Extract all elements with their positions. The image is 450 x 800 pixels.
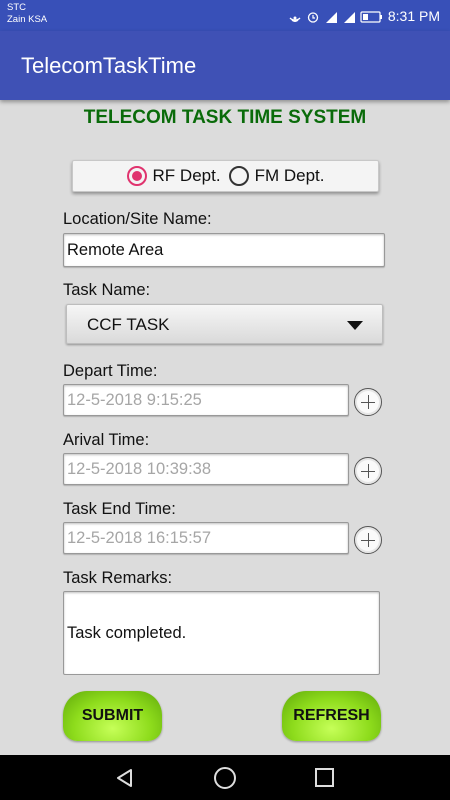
submit-button[interactable]: SUBMIT bbox=[63, 691, 162, 741]
department-radio-group: RF Dept. FM Dept. bbox=[72, 160, 379, 192]
task-name-dropdown[interactable]: CCF TASK bbox=[66, 304, 383, 344]
radio-unchecked-icon[interactable] bbox=[228, 166, 249, 186]
task-remarks-label: Task Remarks: bbox=[63, 569, 173, 587]
task-name-selected: CCF TASK bbox=[87, 315, 170, 334]
signal-4g-icon bbox=[324, 10, 338, 23]
home-icon[interactable] bbox=[214, 767, 236, 789]
carrier-info: STC Zain KSA bbox=[7, 2, 47, 26]
back-icon[interactable] bbox=[116, 769, 134, 787]
location-input[interactable]: Remote Area bbox=[63, 233, 385, 267]
arrival-time-value: 12-5-2018 10:39:38 bbox=[67, 459, 212, 478]
signal-2g-icon bbox=[342, 10, 356, 23]
app-title: TelecomTaskTime bbox=[21, 53, 197, 78]
task-name-label: Task Name: bbox=[63, 281, 151, 299]
status-bar: STC Zain KSA 8:31 PM bbox=[0, 0, 450, 31]
depart-time-label: Depart Time: bbox=[63, 362, 158, 380]
carrier-1: STC bbox=[7, 2, 26, 13]
system-nav-bar bbox=[0, 755, 450, 800]
arrival-time-field[interactable]: 12-5-2018 10:39:38 bbox=[63, 453, 349, 485]
arrival-time-label: Arival Time: bbox=[63, 431, 150, 449]
add-depart-time-icon[interactable] bbox=[354, 388, 382, 416]
task-remarks-textarea[interactable]: Task completed. bbox=[63, 591, 380, 675]
radio-fm-dept[interactable]: FM Dept. bbox=[228, 166, 325, 186]
refresh-button[interactable]: REFRESH bbox=[282, 691, 381, 741]
app-bar: TelecomTaskTime bbox=[0, 31, 450, 100]
add-task-end-time-icon[interactable] bbox=[354, 526, 382, 554]
location-label: Location/Site Name: bbox=[63, 210, 212, 228]
recent-apps-icon[interactable] bbox=[315, 768, 334, 787]
battery-icon bbox=[360, 10, 384, 23]
status-time: 8:31 PM bbox=[387, 7, 440, 24]
radio-fm-dept-label: FM Dept. bbox=[254, 166, 325, 185]
dropdown-arrow-icon bbox=[347, 321, 363, 330]
radio-rf-dept-label: RF Dept. bbox=[152, 166, 221, 185]
alarm-icon bbox=[306, 10, 320, 23]
carrier-2: Zain KSA bbox=[7, 14, 48, 25]
page-title: TELECOM TASK TIME SYSTEM bbox=[83, 107, 367, 128]
task-end-time-field[interactable]: 12-5-2018 16:15:57 bbox=[63, 522, 349, 554]
depart-time-field[interactable]: 12-5-2018 9:15:25 bbox=[63, 384, 349, 416]
task-end-time-label: Task End Time: bbox=[63, 500, 176, 518]
status-icons: 8:31 PM bbox=[288, 0, 440, 31]
task-remarks-value: Task completed. bbox=[67, 624, 187, 642]
task-end-time-value: 12-5-2018 16:15:57 bbox=[67, 528, 212, 547]
depart-time-value: 12-5-2018 9:15:25 bbox=[67, 390, 202, 409]
radio-rf-dept[interactable]: RF Dept. bbox=[126, 166, 221, 186]
add-arrival-time-icon[interactable] bbox=[354, 457, 382, 485]
hotspot-icon bbox=[288, 10, 302, 22]
location-value: Remote Area bbox=[67, 240, 164, 259]
radio-checked-icon[interactable] bbox=[126, 166, 147, 186]
